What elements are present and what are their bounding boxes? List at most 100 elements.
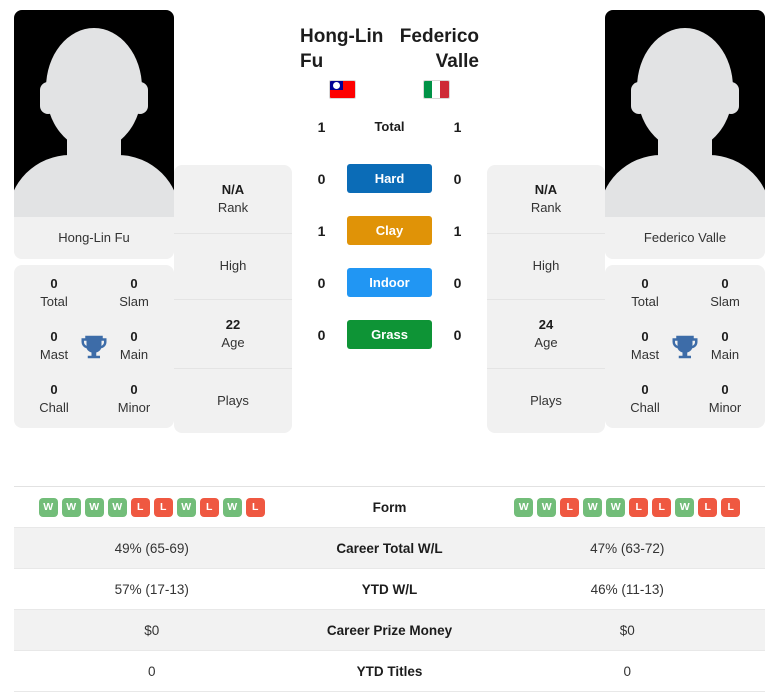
form-badge-win: W [537,497,557,517]
right-title-total-label: Total [631,293,659,309]
italy-flag-icon [422,80,450,100]
right-info-card: N/A Rank High 24 Age Plays [487,165,605,434]
h2h-hard-right-score: 0 [453,170,462,187]
taiwan-flag-sun-icon [333,81,340,89]
left-title-minor: 0 Minor [94,381,174,416]
stats-row-career-prize-money: $0 Career Prize Money $0 [14,610,765,651]
left-info-column: N/A Rank High 22 Age Plays [174,165,292,434]
form-badge-loss: L [245,497,265,517]
h2h-clay-badge[interactable]: Clay [347,216,432,246]
right-player-name[interactable]: Federico Valle [390,24,484,74]
italy-flag-green-band [423,81,433,99]
left-player-titles-card: 0 Total 0 Slam 0 Mast 0 Main 0 Chall 0 M… [14,265,174,429]
right-title-slam-value: 0 [721,276,729,291]
left-player-name[interactable]: Hong-Lin Fu [296,24,390,74]
h2h-row-clay: 1 Clay 1 [296,216,483,246]
h2h-indoor-badge[interactable]: Indoor [347,268,432,298]
avatar-ear-left-icon [40,82,56,114]
right-title-minor-value: 0 [721,382,729,398]
right-info-age-value: 24 [538,316,554,332]
stats-row-ytd-titles: 0 YTD Titles 0 [14,651,765,692]
right-info-rank-label: Rank [530,200,562,216]
right-info-rank-value: N/A [534,182,558,197]
avatar-body-icon [605,155,765,217]
form-badge-win: W [222,497,242,517]
right-player-column: Federico Valle 0 Total 0 Slam 0 Mast 0 M… [605,10,765,429]
form-left-cell: WWWWLLWLWL [14,489,290,526]
right-player-photo-card[interactable]: Federico Valle [605,10,765,259]
left-info-plays-label: Plays [217,392,249,408]
left-title-total: 0 Total [14,275,94,310]
h2h-hard-badge[interactable]: Hard [347,164,432,194]
head-to-head-column: Hong-Lin Fu Federico Valle 1 Total 1 0 H… [292,10,487,350]
left-title-total-label: Total [40,293,68,309]
left-info-high-label: High [219,258,247,274]
career-total-wl-right: 47% (63-72) [590,540,665,556]
left-info-age-value: 22 [225,316,241,332]
form-badge-loss: L [652,497,672,517]
form-badge-win: W [675,497,695,517]
right-title-total-value: 0 [641,276,649,291]
career-prize-money-left: $0 [144,622,160,638]
right-player-avatar [605,10,765,217]
avatar-ear-right-icon [132,82,148,114]
left-title-slam-value: 0 [130,276,138,291]
left-info-age: 22 Age [174,300,292,369]
right-title-minor: 0 Minor [685,381,765,416]
right-title-total: 0 Total [605,275,685,310]
h2h-grass-badge[interactable]: Grass [347,320,432,350]
form-badge-loss: L [560,497,580,517]
left-title-chall-value: 0 [50,382,58,398]
h2h-comparison-page: Hong-Lin Fu 0 Total 0 Slam 0 Mast 0 Main… [0,0,779,699]
form-right-cell: WWLWWLLWLL [490,489,766,526]
right-info-age-label: Age [534,334,558,350]
left-player-avatar [14,10,174,217]
form-badge-loss: L [130,497,150,517]
form-badge-win: W [61,497,81,517]
left-title-slam-label: Slam [119,293,149,309]
left-info-rank-value: N/A [221,182,245,197]
left-info-high: High [174,234,292,300]
h2h-grass-left-score: 0 [317,326,326,343]
h2h-grass-right-score: 0 [453,326,462,343]
h2h-row-total: 1 Total 1 [296,112,483,141]
stats-row-form: WWWWLLWLWL Form WWLWWLLWLL [14,487,765,528]
form-badge-win: W [38,497,58,517]
right-info-column: N/A Rank High 24 Age Plays [487,165,605,434]
career-prize-money-label: Career Prize Money [326,622,453,638]
left-info-plays: Plays [174,369,292,433]
h2h-indoor-right-score: 0 [453,274,462,291]
form-badge-win: W [583,497,603,517]
form-badge-win: W [176,497,196,517]
left-player-column: Hong-Lin Fu 0 Total 0 Slam 0 Mast 0 Main… [14,10,174,429]
player-names-row: Hong-Lin Fu Federico Valle [296,10,483,74]
h2h-total-right-score: 1 [453,118,462,135]
stats-table: WWWWLLWLWL Form WWLWWLLWLL 49% (65-69) C… [14,486,765,692]
right-info-age: 24 Age [487,300,605,369]
right-player-titles-card: 0 Total 0 Slam 0 Mast 0 Main 0 Chall 0 M… [605,265,765,429]
h2h-hard-left-score: 0 [317,170,326,187]
h2h-row-grass: 0 Grass 0 [296,320,483,350]
form-badge-loss: L [698,497,718,517]
compare-section: Hong-Lin Fu 0 Total 0 Slam 0 Mast 0 Main… [0,0,779,475]
italy-flag-white-band [432,81,441,99]
ytd-wl-left: 57% (17-13) [114,581,189,597]
right-title-chall-label: Chall [630,399,660,415]
form-badge-loss: L [721,497,741,517]
ytd-wl-label: YTD W/L [361,581,418,597]
right-player-photo-caption: Federico Valle [605,217,765,259]
form-badge-loss: L [153,497,173,517]
h2h-surface-list: 1 Total 1 0 Hard 0 1 Clay 1 0 Indoor 0 0… [296,112,483,350]
career-total-wl-left: 49% (65-69) [114,540,189,556]
h2h-clay-left-score: 1 [317,222,326,239]
stats-row-ytd-wl: 57% (17-13) YTD W/L 46% (11-13) [14,569,765,610]
ytd-titles-label: YTD Titles [356,663,423,679]
right-title-chall: 0 Chall [605,381,685,416]
player-flags-row [296,80,483,100]
h2h-clay-right-score: 1 [453,222,462,239]
form-badge-win: W [606,497,626,517]
left-player-photo-card[interactable]: Hong-Lin Fu [14,10,174,259]
right-title-slam: 0 Slam [685,275,765,310]
right-info-high: High [487,234,605,300]
form-badge-loss: L [199,497,219,517]
